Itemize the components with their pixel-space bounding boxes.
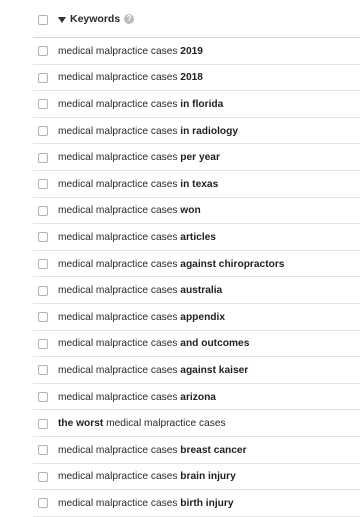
table-row[interactable]: medical malpractice cases against chirop… (0, 251, 360, 278)
table-row[interactable]: medical malpractice cases won (0, 198, 360, 225)
keyword-modifier: brain injury (180, 471, 236, 483)
keyword-modifier: arizona (180, 391, 216, 403)
keywords-header-label: Keywords (70, 13, 121, 25)
keyword-modifier: against kaiser (180, 364, 249, 376)
keywords-table: Keywords ? medical malpractice cases 201… (0, 0, 360, 517)
keyword-base: medical malpractice cases (58, 152, 181, 164)
keyword-modifier: articles (180, 231, 216, 243)
row-checkbox[interactable] (38, 312, 48, 323)
keyword-rows: medical malpractice cases 2019 medical ma… (0, 38, 360, 517)
keyword-modifier: against chiropractors (180, 258, 285, 270)
row-checkbox[interactable] (38, 392, 48, 403)
keyword-base: medical malpractice cases (58, 258, 181, 270)
keyword-text[interactable]: the worst medical malpractice cases (58, 410, 226, 437)
table-row[interactable]: medical malpractice cases breast cancer (0, 437, 360, 464)
keyword-text[interactable]: medical malpractice cases in radiology (58, 118, 238, 145)
row-checkbox[interactable] (38, 418, 48, 429)
row-checkbox[interactable] (38, 72, 48, 83)
table-row[interactable]: medical malpractice cases in florida (0, 91, 360, 118)
keyword-modifier: 2019 (180, 45, 203, 57)
row-checkbox[interactable] (38, 152, 48, 163)
keyword-text[interactable]: medical malpractice cases breast cancer (58, 437, 247, 464)
table-row[interactable]: medical malpractice cases per year (0, 144, 360, 171)
keyword-modifier: breast cancer (180, 444, 247, 456)
keyword-text[interactable]: medical malpractice cases arizona (58, 384, 216, 411)
keyword-text[interactable]: medical malpractice cases articles (58, 224, 216, 251)
keyword-base: medical malpractice cases (58, 364, 181, 376)
keyword-modifier: in texas (180, 178, 219, 190)
keyword-base-suffix: medical malpractice cases (103, 418, 226, 430)
keyword-text[interactable]: medical malpractice cases won (58, 198, 201, 225)
keyword-modifier: birth injury (180, 497, 234, 509)
keyword-text[interactable]: medical malpractice cases in texas (58, 171, 218, 198)
keyword-modifier: in radiology (180, 125, 239, 137)
table-row[interactable]: medical malpractice cases australia (0, 277, 360, 304)
keyword-base: medical malpractice cases (58, 178, 181, 190)
table-row[interactable]: medical malpractice cases against kaiser (0, 357, 360, 384)
keyword-text[interactable]: medical malpractice cases brain injury (58, 464, 236, 491)
keyword-base: medical malpractice cases (58, 72, 181, 84)
keyword-modifier: per year (180, 152, 220, 164)
row-checkbox[interactable] (38, 471, 48, 482)
keyword-text[interactable]: medical malpractice cases 2018 (58, 65, 203, 92)
keyword-modifier: won (180, 205, 201, 217)
table-row[interactable]: medical malpractice cases in texas (0, 171, 360, 198)
keyword-text[interactable]: medical malpractice cases 2019 (58, 38, 203, 65)
row-checkbox[interactable] (38, 498, 48, 509)
row-checkbox[interactable] (38, 259, 48, 270)
keyword-text[interactable]: medical malpractice cases per year (58, 144, 220, 171)
keyword-base: medical malpractice cases (58, 98, 181, 110)
table-row[interactable]: medical malpractice cases articles (0, 224, 360, 251)
row-checkbox[interactable] (38, 285, 48, 296)
select-all-checkbox[interactable] (38, 15, 48, 25)
table-row[interactable]: medical malpractice cases appendix (0, 304, 360, 331)
row-checkbox[interactable] (38, 365, 48, 376)
keyword-base: medical malpractice cases (58, 45, 181, 57)
keyword-text[interactable]: medical malpractice cases against chirop… (58, 251, 284, 278)
keyword-base: medical malpractice cases (58, 125, 181, 137)
keyword-base: medical malpractice cases (58, 497, 181, 509)
table-row[interactable]: medical malpractice cases and outcomes (0, 331, 360, 358)
keyword-text[interactable]: medical malpractice cases in florida (58, 91, 223, 118)
keyword-modifier: and outcomes (180, 338, 250, 350)
keyword-base: medical malpractice cases (58, 471, 181, 483)
keyword-base: medical malpractice cases (58, 205, 181, 217)
keyword-modifier: appendix (180, 311, 226, 323)
keyword-text[interactable]: medical malpractice cases australia (58, 277, 222, 304)
keyword-base: medical malpractice cases (58, 444, 181, 456)
keyword-modifier: australia (180, 285, 223, 297)
table-row[interactable]: medical malpractice cases brain injury (0, 464, 360, 491)
keyword-text[interactable]: medical malpractice cases appendix (58, 304, 225, 331)
keyword-modifier: 2018 (180, 72, 203, 84)
keyword-base: medical malpractice cases (58, 311, 181, 323)
keyword-modifier: in florida (180, 98, 224, 110)
table-row[interactable]: medical malpractice cases 2018 (0, 65, 360, 92)
table-row[interactable]: medical malpractice cases in radiology (0, 118, 360, 145)
row-checkbox[interactable] (38, 445, 48, 456)
help-icon[interactable]: ? (124, 14, 135, 24)
keyword-modifier: the worst (58, 418, 104, 430)
keywords-column-header[interactable]: Keywords ? (58, 0, 135, 38)
keyword-base: medical malpractice cases (58, 338, 181, 350)
row-checkbox[interactable] (38, 99, 48, 110)
row-checkbox[interactable] (38, 232, 48, 243)
table-row[interactable]: medical malpractice cases birth injury (0, 490, 360, 517)
row-checkbox[interactable] (38, 205, 48, 216)
keyword-text[interactable]: medical malpractice cases against kaiser (58, 357, 248, 384)
table-row[interactable]: medical malpractice cases arizona (0, 384, 360, 411)
table-row[interactable]: medical malpractice cases 2019 (0, 38, 360, 65)
row-checkbox[interactable] (38, 126, 48, 137)
caret-down-icon[interactable] (58, 16, 66, 23)
row-checkbox[interactable] (38, 46, 48, 57)
keyword-text[interactable]: medical malpractice cases birth injury (58, 490, 234, 517)
table-row[interactable]: the worst medical malpractice cases (0, 410, 360, 437)
table-header: Keywords ? (0, 0, 360, 38)
keyword-base: medical malpractice cases (58, 391, 181, 403)
row-checkbox[interactable] (38, 338, 48, 349)
keyword-text[interactable]: medical malpractice cases and outcomes (58, 331, 249, 358)
row-checkbox[interactable] (38, 179, 48, 190)
keyword-base: medical malpractice cases (58, 285, 181, 297)
keyword-base: medical malpractice cases (58, 231, 181, 243)
